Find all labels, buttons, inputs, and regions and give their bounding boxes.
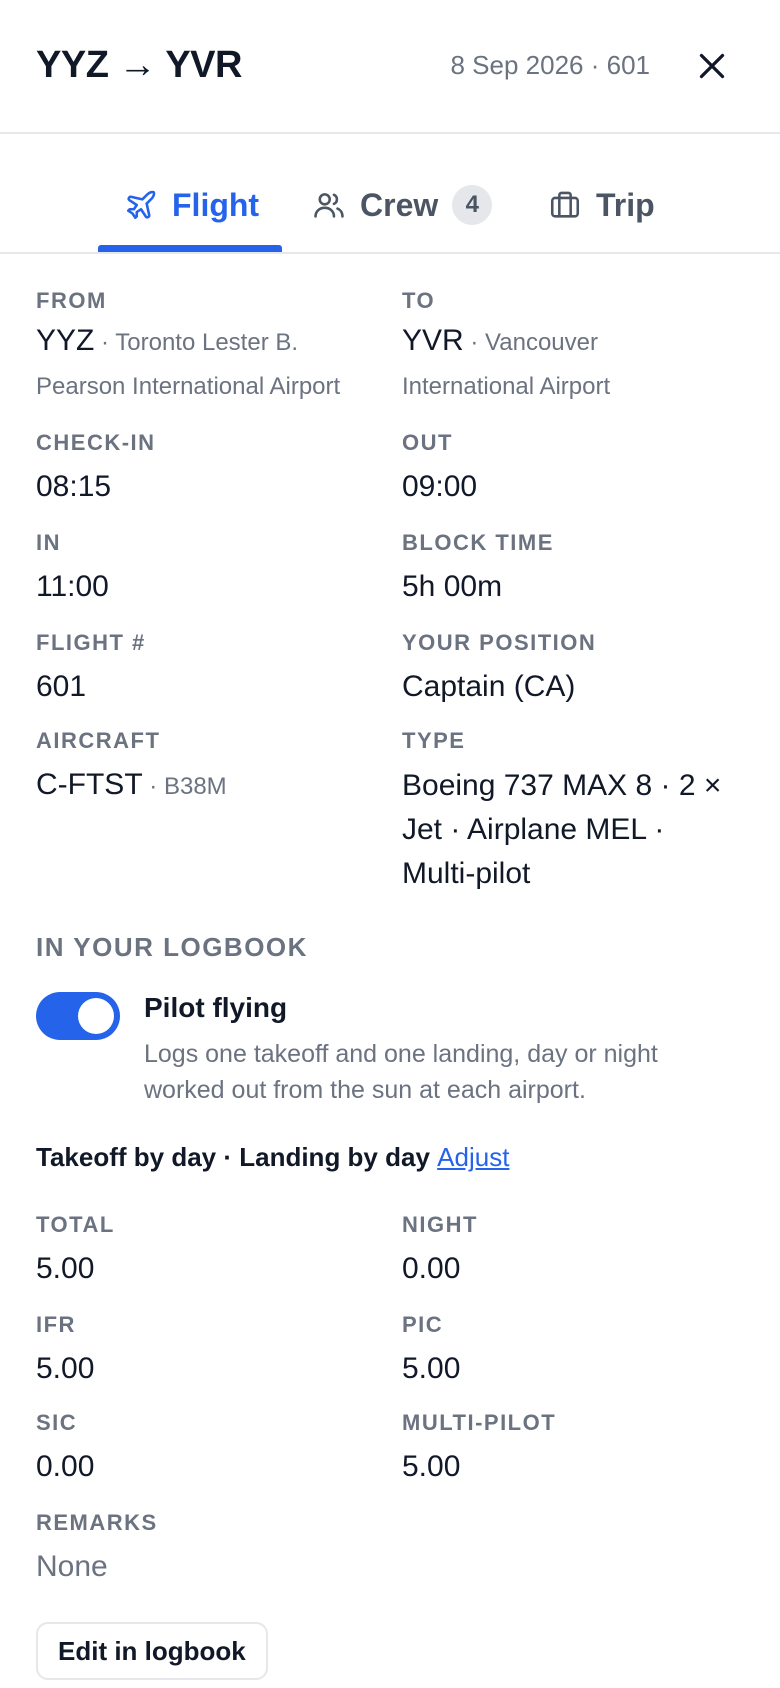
type-label: TYPE bbox=[402, 728, 466, 753]
sic-field: SIC 0.00 bbox=[36, 1410, 94, 1488]
to-code: YVR bbox=[402, 324, 464, 357]
multi-pilot-field: MULTI-PILOT 5.00 bbox=[402, 1410, 556, 1488]
ifr-value: 5.00 bbox=[36, 1352, 95, 1385]
type-value: Boeing 737 MAX 8 · 2 × Jet · Airplane ME… bbox=[402, 769, 722, 890]
in-value: 11:00 bbox=[36, 570, 109, 603]
to-field: TO YVR · Vancouver International Airport bbox=[402, 288, 702, 408]
pilot-flying-title: Pilot flying bbox=[144, 992, 288, 1023]
plane-icon bbox=[126, 190, 156, 220]
pic-label: PIC bbox=[402, 1312, 444, 1337]
users-icon bbox=[314, 193, 344, 218]
checkin-value: 08:15 bbox=[36, 470, 112, 503]
in-field: IN 11:00 bbox=[36, 530, 109, 608]
tab-trip-label: Trip bbox=[596, 186, 655, 223]
sic-label: SIC bbox=[36, 1410, 78, 1435]
position-label: YOUR POSITION bbox=[402, 630, 597, 655]
block-time-value: 5h 00m bbox=[402, 570, 503, 603]
flight-number-label: FLIGHT # bbox=[36, 630, 146, 655]
tab-flight-label: Flight bbox=[172, 186, 260, 223]
edit-in-logbook-button[interactable]: Edit in logbook bbox=[36, 1622, 268, 1680]
tab-crew[interactable]: Crew 4 bbox=[312, 180, 493, 230]
total-value: 5.00 bbox=[36, 1252, 95, 1285]
ifr-label: IFR bbox=[36, 1312, 76, 1337]
from-value: YYZ · Toronto Lester B. Pearson Internat… bbox=[36, 320, 376, 408]
block-time-label: BLOCK TIME bbox=[402, 530, 554, 555]
night-value: 0.00 bbox=[402, 1252, 461, 1285]
adjust-link[interactable]: Adjust bbox=[437, 1142, 509, 1172]
checkin-field: CHECK-IN 08:15 bbox=[36, 430, 156, 508]
to-value: YVR · Vancouver International Airport bbox=[402, 320, 702, 408]
aircraft-field: AIRCRAFT C-FTST · B38M bbox=[36, 728, 227, 808]
flight-date-number: 8 Sep 2026 · 601 bbox=[450, 50, 651, 80]
ifr-field: IFR 5.00 bbox=[36, 1312, 94, 1390]
dialog-header: YYZ → YVR 8 Sep 2026 · 601 bbox=[0, 0, 780, 134]
from-code: YYZ bbox=[36, 324, 95, 357]
close-icon[interactable] bbox=[694, 48, 730, 84]
in-label: IN bbox=[36, 530, 61, 555]
remarks-field: REMARKS None bbox=[36, 1510, 158, 1588]
aircraft-label: AIRCRAFT bbox=[36, 728, 161, 753]
from-separator: · bbox=[94, 329, 116, 356]
aircraft-value: C-FTST · B38M bbox=[36, 764, 227, 808]
pic-value: 5.00 bbox=[402, 1352, 461, 1385]
position-value: Captain (CA) bbox=[402, 670, 576, 703]
position-field: YOUR POSITION Captain (CA) bbox=[402, 630, 596, 708]
multi-pilot-label: MULTI-PILOT bbox=[402, 1410, 557, 1435]
block-time-field: BLOCK TIME 5h 00m bbox=[402, 530, 554, 608]
tab-bar: Flight Crew 4 Trip bbox=[0, 150, 780, 254]
remarks-value: None bbox=[36, 1550, 108, 1583]
flight-number-value: 601 bbox=[36, 670, 87, 703]
checkin-label: CHECK-IN bbox=[36, 430, 156, 455]
pic-field: PIC 5.00 bbox=[402, 1312, 460, 1390]
flight-number-field: FLIGHT # 601 bbox=[36, 630, 146, 708]
active-tab-indicator bbox=[98, 245, 282, 252]
night-label: NIGHT bbox=[402, 1212, 478, 1237]
route-title: YYZ → YVR bbox=[36, 44, 242, 86]
out-label: OUT bbox=[402, 430, 453, 455]
total-label: TOTAL bbox=[36, 1212, 115, 1237]
from-field: FROM YYZ · Toronto Lester B. Pearson Int… bbox=[36, 288, 376, 408]
remarks-label: REMARKS bbox=[36, 1510, 158, 1535]
briefcase-icon bbox=[550, 191, 580, 218]
toggle-knob bbox=[78, 998, 114, 1034]
tab-flight[interactable]: Flight bbox=[124, 180, 259, 230]
takeoff-landing-summary: Takeoff by day · Landing by day Adjust bbox=[36, 1142, 509, 1173]
tab-trip[interactable]: Trip bbox=[548, 180, 655, 230]
to-label: TO bbox=[402, 288, 436, 313]
out-value: 09:00 bbox=[402, 470, 478, 503]
sic-value: 0.00 bbox=[36, 1450, 95, 1483]
logbook-section-title: IN YOUR LOGBOOK bbox=[36, 932, 308, 962]
aircraft-registration: C-FTST bbox=[36, 768, 143, 801]
pilot-flying-toggle[interactable] bbox=[36, 992, 120, 1040]
aircraft-separator: · bbox=[142, 773, 164, 800]
out-field: OUT 09:00 bbox=[402, 430, 477, 508]
pilot-flying-description: Logs one takeoff and one landing, day or… bbox=[144, 1040, 658, 1104]
type-field: TYPE Boeing 737 MAX 8 · 2 × Jet · Airpla… bbox=[402, 728, 742, 896]
night-field: NIGHT 0.00 bbox=[402, 1212, 478, 1290]
total-field: TOTAL 5.00 bbox=[36, 1212, 115, 1290]
crew-count-badge: 4 bbox=[452, 185, 493, 225]
summary-text: Takeoff by day · Landing by day bbox=[36, 1142, 430, 1172]
from-label: FROM bbox=[36, 288, 107, 313]
tab-crew-label: Crew bbox=[360, 186, 439, 223]
aircraft-type-code: B38M bbox=[163, 773, 227, 800]
multi-pilot-value: 5.00 bbox=[402, 1450, 461, 1483]
to-separator: · bbox=[463, 329, 486, 356]
